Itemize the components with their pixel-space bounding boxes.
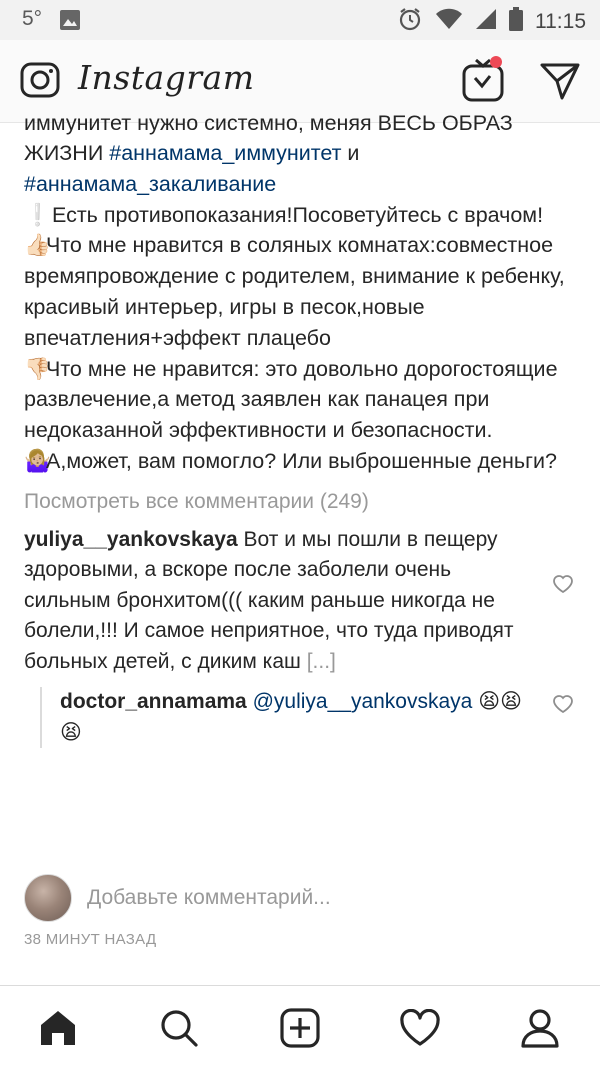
reply-comment-item: doctor_annamama @yuliya__yankovskaya 😫😫😫: [40, 687, 580, 749]
caption-paragraph: 👎🏻Что мне не нравится: это довольно доро…: [24, 354, 580, 446]
clock-time: 11:15: [535, 9, 586, 33]
hashtag-link[interactable]: #аннамама_иммунитет: [109, 141, 341, 165]
profile-icon[interactable]: [518, 1006, 562, 1050]
caption-paragraph: 👍🏻Что мне нравится в соляных комнатах:со…: [24, 230, 580, 353]
post-content: иммунитет нужно системно, меняя ВЕСЬ ОБР…: [24, 111, 580, 749]
gallery-notification-icon: [59, 9, 81, 36]
home-icon[interactable]: [36, 1006, 80, 1050]
activity-heart-icon[interactable]: [398, 1006, 442, 1050]
alarm-icon: [397, 6, 423, 37]
add-comment-input[interactable]: Добавьте комментарий...: [87, 886, 331, 910]
caption-line: ЖИЗНИ #аннамама_иммунитет и: [24, 141, 360, 165]
camera-icon[interactable]: [20, 60, 60, 105]
add-post-icon[interactable]: [278, 1006, 322, 1050]
direct-message-icon[interactable]: [540, 62, 580, 105]
status-bar: 5° 11:15: [0, 0, 600, 40]
reply-username[interactable]: doctor_annamama: [60, 690, 247, 713]
view-all-comments-link[interactable]: Посмотреть все комментарии (249): [24, 487, 580, 517]
caption-paragraph: 🤷🏼‍♀️А,может, вам помогло? Или выброшенн…: [24, 446, 580, 477]
exclamation-emoji: ❕: [24, 202, 51, 227]
caption-line: #аннамама_закаливание: [24, 169, 580, 200]
reply-mention-link[interactable]: @yuliya__yankovskaya: [253, 690, 473, 713]
caption-cut-line: иммунитет нужно системно, меняя ВЕСЬ ОБР…: [24, 111, 513, 135]
wifi-icon: [435, 8, 463, 35]
comment-like-heart-icon[interactable]: [552, 573, 574, 604]
comment-more-link[interactable]: [...]: [307, 650, 336, 673]
thumbs-down-emoji: 👎🏻: [24, 356, 51, 381]
reply-like-heart-icon[interactable]: [552, 693, 574, 724]
add-comment-row[interactable]: Добавьте комментарий...: [24, 874, 584, 924]
temperature-label: 5°: [22, 7, 43, 30]
shrug-emoji: 🤷🏼‍♀️: [24, 448, 51, 473]
battery-icon: [509, 7, 523, 36]
comment-username[interactable]: yuliya__yankovskaya: [24, 528, 238, 551]
thumbs-up-emoji: 👍🏻: [24, 233, 51, 258]
bottom-tab-bar: [0, 985, 600, 1067]
post-caption: иммунитет нужно системно, меняя ВЕСЬ ОБР…: [24, 108, 580, 477]
instagram-logo: Instagram: [78, 58, 255, 97]
hashtag-link[interactable]: #аннамама_закаливание: [24, 172, 276, 196]
comment-item: yuliya__yankovskaya Вот и мы пошли в пещ…: [24, 525, 580, 678]
search-icon[interactable]: [157, 1006, 201, 1050]
igtv-notification-dot: [490, 56, 502, 68]
avatar: [24, 874, 72, 922]
cell-signal-icon: [475, 8, 497, 35]
caption-paragraph: ❕ Есть противопоказания!Посоветуйтесь с …: [24, 200, 580, 231]
post-timestamp: 38 МИНУТ НАЗАД: [24, 931, 157, 948]
